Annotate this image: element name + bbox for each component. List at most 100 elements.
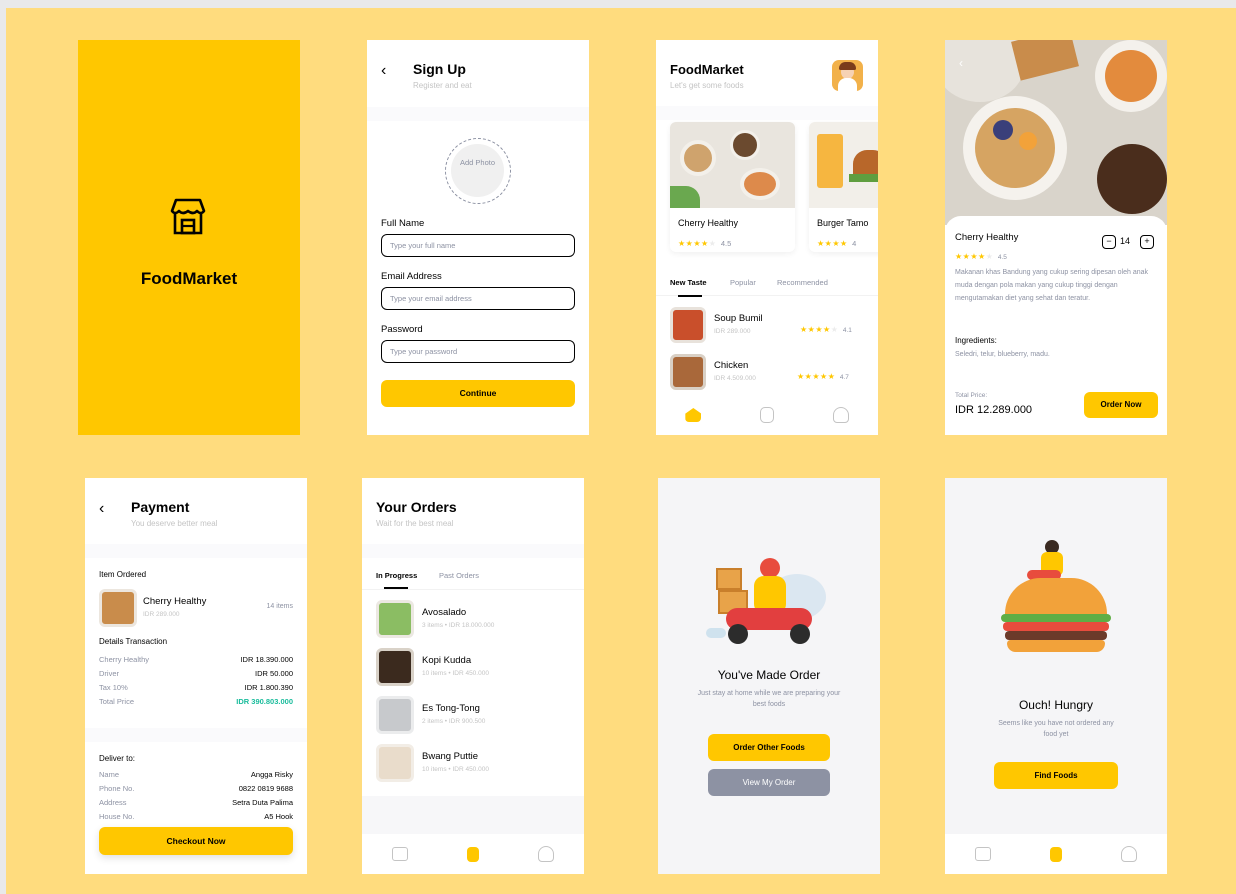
food-thumb [376,696,414,734]
food-thumb [99,589,137,627]
list-item-name: Soup Bumil [714,313,763,324]
order-now-button[interactable]: Order Now [1084,392,1158,418]
ingredients-value: Seledri, telur, blueberry, madu. [955,351,1050,358]
field-label-password: Password [381,324,423,335]
field-label-email: Email Address [381,271,442,282]
profile-tab-icon[interactable] [832,407,849,423]
page-title: Sign Up [413,61,466,77]
empty-orders-screen: Ouch! Hungry Seems like you have not ord… [945,478,1167,874]
password-input[interactable]: Type your password [381,340,575,363]
list-item[interactable]: Es Tong-Tong 2 items • IDR 900.500 [376,696,570,734]
tab-past-orders[interactable]: Past Orders [439,571,479,580]
home-tab-icon[interactable] [391,847,408,861]
order-name: Es Tong-Tong [422,703,480,714]
list-item[interactable]: Soup Bumil IDR 289.000 ★★★★★ 4.1 [670,307,878,343]
list-item[interactable]: Avosalado 3 items • IDR 18.000.000 [376,600,570,638]
food-image [809,122,878,208]
order-meta: 10 items • IDR 450.000 [422,766,489,773]
home-screen: FoodMarket Let's get some foods Cherry H… [656,40,878,435]
view-my-order-button[interactable]: View My Order [708,769,830,796]
list-item-price: IDR 4.509.000 [714,375,756,382]
food-card-name: Burger Tamo [817,218,869,228]
list-item-name: Chicken [714,360,749,371]
shop-icon [170,198,206,235]
signup-screen: ‹ Sign Up Register and eat Add Photo Ful… [367,40,589,435]
section-details: Details Transaction [99,637,168,646]
brand-name: FoodMarket [140,269,238,288]
food-thumb [376,744,414,782]
email-input[interactable]: Type your email address [381,287,575,310]
quantity-value: 14 [1120,236,1131,246]
food-thumb [670,354,706,390]
page-title: FoodMarket [670,62,744,77]
add-photo-label: Add Photo [451,144,504,197]
home-tab-icon[interactable] [974,847,991,861]
list-item-rating: ★★★★★ 4.7 [797,372,849,381]
star-rating-icon: ★★★★★ [678,239,717,248]
section-deliver-to: Deliver to: [99,754,136,763]
star-rating-icon: ★★★★★ [797,372,836,381]
home-tab-icon[interactable] [685,408,702,422]
field-label-name: Full Name [381,218,425,229]
page-title: Your Orders [376,499,457,515]
order-other-foods-button[interactable]: Order Other Foods [708,734,830,761]
decrease-quantity-button[interactable]: − [1102,235,1116,249]
food-card[interactable]: Burger Tamo ★★★★ 4 [809,122,878,252]
success-message: Just stay at home while we are preparing… [697,690,841,708]
splash-screen: FoodMarket [78,40,300,435]
list-item[interactable]: Chicken IDR 4.509.000 ★★★★★ 4.7 [670,354,878,390]
food-card[interactable]: Cherry Healthy ★★★★★ 4.5 [670,122,795,252]
list-item-rating: ★★★★★ 4.1 [800,325,852,334]
back-arrow-icon[interactable]: ‹ [99,500,104,518]
avatar[interactable] [832,60,863,91]
page-title: Payment [131,499,190,515]
back-arrow-icon[interactable]: ‹ [959,56,963,70]
list-item[interactable]: Kopi Kudda 10 items • IDR 450.000 [376,648,570,686]
success-title: You've Made Order [717,668,821,682]
tab-new-taste[interactable]: New Taste [670,278,707,287]
payment-screen: ‹ Payment You deserve better meal Item O… [85,478,307,874]
list-item[interactable]: Bwang Puttie 10 items • IDR 450.000 [376,744,570,782]
full-name-input[interactable]: Type your full name [381,234,575,257]
star-rating-icon: ★★★★★ [800,325,839,334]
food-hero-image: ‹ [945,40,1167,225]
list-item-price: IDR 289.000 [714,328,751,335]
tab-popular[interactable]: Popular [730,278,756,287]
tab-in-progress[interactable]: In Progress [376,571,417,580]
bottom-nav [945,834,1167,874]
order-meta: 2 items • IDR 900.500 [422,718,486,725]
page-subtitle: Wait for the best meal [376,519,454,528]
star-rating-icon: ★★★★★ [955,252,994,261]
details-list: Cherry Healthy IDR 18.390.000 Driver IDR 5… [99,655,293,706]
food-image [670,122,795,208]
item-name: Cherry Healthy [143,596,207,607]
orders-tab-icon[interactable] [466,846,479,862]
find-foods-button[interactable]: Find Foods [994,762,1118,789]
food-thumb [376,600,414,638]
empty-title: Ouch! Hungry [1018,698,1094,712]
checkout-button[interactable]: Checkout Now [99,827,293,855]
deliver-list: Name Angga Risky Phone No. 0822 0819 9688 … [99,770,293,821]
orders-tab-icon[interactable] [759,407,774,423]
profile-tab-icon[interactable] [1121,846,1138,862]
order-name: Avosalado [422,607,467,618]
order-meta: 10 items • IDR 450.000 [422,670,489,677]
total-label: Total Price: [955,392,988,399]
orders-tab-icon[interactable] [1049,846,1062,862]
order-name: Kopi Kudda [422,655,472,666]
back-arrow-icon[interactable]: ‹ [381,62,386,80]
profile-tab-icon[interactable] [538,846,555,862]
photo-frame[interactable]: Add Photo [445,138,511,204]
page-subtitle: Let's get some foods [670,81,744,90]
increase-quantity-button[interactable]: + [1140,235,1154,249]
tab-indicator [678,295,702,297]
orders-screen: Your Orders Wait for the best meal In Pr… [362,478,584,874]
food-thumb [670,307,706,343]
food-card-rating: ★★★★ 4 [817,239,857,248]
continue-button[interactable]: Continue [381,380,575,407]
bottom-nav [656,395,878,435]
order-meta: 3 items • IDR 18.000.000 [422,622,495,629]
food-description: Makanan khas Bandung yang cukup sering d… [955,269,1149,302]
tab-recommended[interactable]: Recommended [777,278,828,287]
item-price: IDR 289.000 [143,611,180,618]
